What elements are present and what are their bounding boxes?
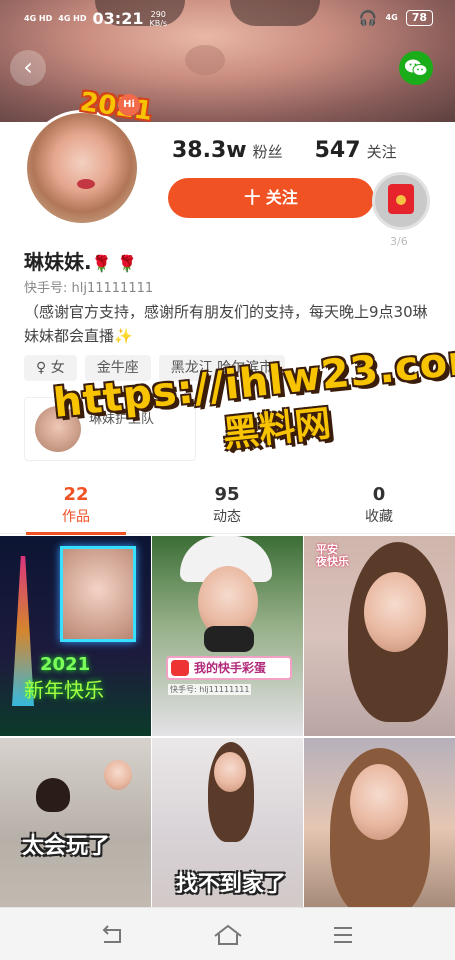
avatar-hi-badge: Hi: [118, 94, 140, 116]
thumbnail-uid: 快手号: hlj11111111: [168, 684, 252, 695]
works-grid: 2021 新年快乐 我的快手彩蛋 快手号: hlj11111111 平安 夜快乐…: [0, 536, 455, 938]
profile-name: 琳妹妹.🌹 🌹: [24, 250, 138, 274]
face-graphic: [214, 752, 246, 792]
video-thumbnail[interactable]: 2021 新年快乐: [0, 536, 151, 736]
status-bar: 4G HD 4G HD 03:21 290 KB/s 🎧 4G 78: [0, 0, 455, 36]
active-tab-indicator: [26, 532, 126, 535]
signal-icon: 4G HD: [58, 13, 87, 23]
signal-icon: 4G HD: [24, 13, 53, 23]
mask-graphic: [204, 626, 254, 652]
tag-gender: ♀ 女: [24, 355, 77, 381]
neon-greeting-text: 新年快乐: [24, 678, 104, 702]
wechat-icon: [405, 59, 428, 76]
tab-favorites[interactable]: 0 收藏: [329, 484, 429, 526]
hair-graphic: [36, 778, 70, 812]
red-packet-button[interactable]: [372, 172, 430, 230]
battery-indicator: 78: [405, 10, 433, 26]
tab-works[interactable]: 22 作品: [26, 484, 126, 526]
home-nav-icon[interactable]: [211, 922, 245, 948]
status-time: 03:21: [92, 9, 144, 28]
video-thumbnail[interactable]: 我的快手彩蛋 快手号: hlj11111111: [152, 536, 303, 736]
neon-photo-frame: [60, 546, 136, 642]
menu-nav-icon[interactable]: [326, 922, 360, 948]
headphone-icon: 🎧: [358, 9, 378, 27]
thumbnail-text: 平安 夜快乐: [316, 543, 349, 568]
kuaishou-id: 快手号: hlj11111111: [24, 281, 154, 296]
rose-emoji: 🌹 🌹: [91, 254, 138, 273]
kuaishou-logo-icon: [171, 660, 189, 676]
kuaishou-easter-egg-banner: 我的快手彩蛋: [166, 656, 292, 680]
face-graphic: [104, 760, 132, 790]
thumbnail-caption: 太会玩了: [22, 834, 111, 859]
neon-year-text: 2021: [40, 654, 91, 675]
avatar[interactable]: [24, 110, 140, 226]
face-graphic: [350, 764, 408, 840]
back-button[interactable]: ‹: [10, 50, 46, 86]
profile-stats: 38.3w 粉丝 547 关注: [172, 138, 423, 163]
profile-bio: （感谢官方支持，感谢所有朋友们的支持，每天晚上9点30琳妹妹都会直播✨: [24, 303, 428, 345]
following-count[interactable]: 547: [315, 138, 361, 163]
profile-tabs: 22 作品 95 动态 0 收藏: [0, 484, 455, 535]
video-thumbnail[interactable]: 平安 夜快乐: [304, 536, 455, 736]
red-envelope-icon: [388, 184, 414, 214]
followers-count[interactable]: 38.3w: [172, 138, 247, 163]
tab-moments[interactable]: 95 动态: [177, 484, 277, 526]
following-label[interactable]: 关注: [367, 141, 397, 162]
back-nav-icon[interactable]: [96, 922, 130, 948]
profile-card: 2021 Hi 38.3w 粉丝 547 关注 十 关注 3/6 琳妹妹.🌹 🌹…: [0, 87, 455, 960]
followers-label[interactable]: 粉丝: [253, 141, 283, 162]
network-type: 4G: [385, 13, 398, 22]
face-graphic: [364, 572, 426, 652]
banner-photo-detail: [185, 45, 225, 75]
network-speed: 290 KB/s: [149, 9, 168, 28]
follow-button[interactable]: 十 关注: [168, 178, 374, 218]
red-packet-count: 3/6: [390, 235, 408, 248]
thumbnail-caption: 找不到家了: [176, 872, 287, 897]
chevron-left-icon: ‹: [23, 53, 33, 81]
wechat-share-button[interactable]: [399, 51, 433, 85]
system-nav-bar: [0, 907, 455, 960]
